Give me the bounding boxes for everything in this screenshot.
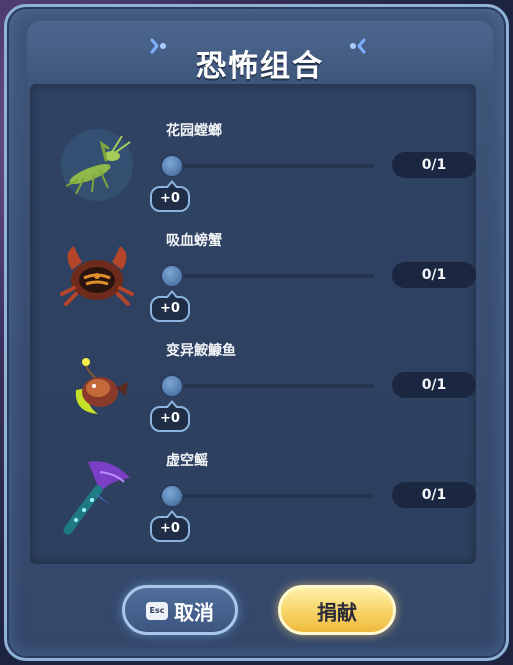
progress-slider-track[interactable] bbox=[170, 494, 374, 498]
item-name: 变异鮟鱇鱼 bbox=[166, 343, 236, 359]
void-ray-icon bbox=[63, 461, 130, 535]
progress-slider-track[interactable] bbox=[170, 384, 374, 388]
list-item: 吸血螃蟹 +0 0/1 bbox=[0, 224, 513, 334]
item-name: 虚空鳐 bbox=[166, 453, 208, 469]
list-item: 虚空鳐 +0 0/1 bbox=[0, 444, 513, 554]
mantis-icon bbox=[61, 129, 133, 201]
crab-icon bbox=[60, 246, 134, 306]
bonus-badge: +0 bbox=[150, 400, 190, 432]
title-left-ornament-icon bbox=[150, 38, 166, 54]
title-right-ornament-icon bbox=[350, 38, 366, 54]
item-count: 0/1 bbox=[392, 152, 476, 178]
list-item: 变异鮟鱇鱼 +0 0/1 bbox=[0, 334, 513, 444]
bonus-badge: +0 bbox=[150, 290, 190, 322]
progress-slider-track[interactable] bbox=[170, 274, 374, 278]
esc-key-icon: Esc bbox=[146, 601, 168, 620]
donate-button-label: 捐献 bbox=[317, 600, 357, 625]
bonus-badge: +0 bbox=[150, 180, 190, 212]
cancel-button-label: 取消 bbox=[174, 600, 214, 625]
progress-slider-track[interactable] bbox=[170, 164, 374, 168]
dialog-title: 恐怖组合 bbox=[196, 49, 324, 84]
item-name: 吸血螃蟹 bbox=[166, 233, 222, 249]
progress-slider-handle[interactable] bbox=[160, 154, 184, 178]
progress-slider-handle[interactable] bbox=[160, 264, 184, 288]
item-name: 花园螳螂 bbox=[166, 123, 222, 139]
bonus-badge: +0 bbox=[150, 510, 190, 542]
list-item: 花园螳螂 +0 0/1 bbox=[0, 114, 513, 224]
donate-button[interactable]: 捐献 bbox=[278, 585, 396, 635]
anglerfish-icon bbox=[75, 358, 128, 414]
progress-slider-handle[interactable] bbox=[160, 484, 184, 508]
progress-slider-handle[interactable] bbox=[160, 374, 184, 398]
title-bar: 恐怖组合 bbox=[27, 21, 493, 87]
cancel-button[interactable]: Esc 取消 bbox=[122, 585, 238, 635]
item-count: 0/1 bbox=[392, 262, 476, 288]
item-count: 0/1 bbox=[392, 482, 476, 508]
item-count: 0/1 bbox=[392, 372, 476, 398]
